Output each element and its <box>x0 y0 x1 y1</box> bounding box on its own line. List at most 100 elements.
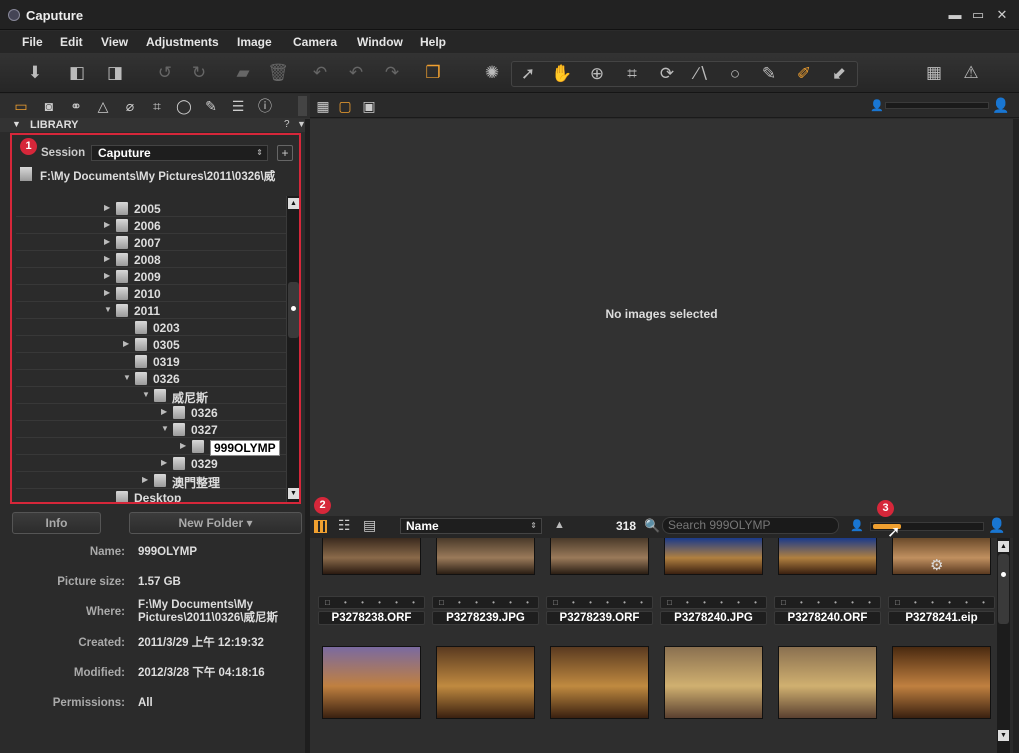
variants-icon[interactable]: ❐ <box>420 61 446 85</box>
library-tab-icon[interactable]: ▭ <box>10 97 32 115</box>
folder-row[interactable]: ▼ 0327 <box>16 421 286 438</box>
tabs-overflow-handle[interactable] <box>298 96 307 116</box>
collapsed-arrow-icon[interactable]: ▶ <box>104 203 112 212</box>
menu-edit[interactable]: Edit <box>60 35 83 49</box>
browser-grid-icon[interactable] <box>314 520 327 533</box>
folder-row[interactable]: ▶ 澳門整理 <box>16 472 286 490</box>
thumbnail-image[interactable] <box>778 538 877 575</box>
local-adjust-tab-icon[interactable]: ✎ <box>200 97 222 115</box>
menu-image[interactable]: Image <box>237 35 272 49</box>
warning-icon[interactable]: ⚠ <box>958 61 984 85</box>
single-view-icon[interactable]: ▢ <box>334 97 356 115</box>
thumbnail-cell[interactable] <box>543 643 655 753</box>
folder-row[interactable]: ▶ 2005 <box>16 200 286 217</box>
lens-tab-icon[interactable]: ⌀ <box>119 97 141 115</box>
thumbnail-image[interactable] <box>664 646 763 719</box>
thumbnail-image[interactable] <box>664 538 763 575</box>
auto-adjust-icon[interactable]: ✺ <box>479 61 505 85</box>
browser-list-icon[interactable]: ☷ <box>338 517 351 534</box>
thumbnail-image[interactable] <box>322 646 421 719</box>
apply-adjustments-icon[interactable]: ⬋ <box>826 62 852 86</box>
folder-row[interactable]: 0319 <box>16 353 286 370</box>
folder-row[interactable]: ▶ 2009 <box>16 268 286 285</box>
search-input[interactable]: Search 999OLYMP <box>662 517 839 534</box>
thumbnail-image[interactable] <box>778 646 877 719</box>
expanded-arrow-icon[interactable]: ▼ <box>104 305 112 314</box>
info-tab-icon[interactable]: ⓘ <box>254 97 276 115</box>
rating-bar[interactable]: □ • • • • • <box>888 596 995 609</box>
thumbnail-cell[interactable]: □ • • • • • P3278238.ORF <box>315 538 427 628</box>
rotate-tool-icon[interactable]: ⟳ <box>654 62 680 86</box>
rating-bar[interactable]: □ • • • • • <box>546 596 653 609</box>
tree-scroll-up-icon[interactable]: ▲ <box>288 198 299 209</box>
folder-row[interactable]: ▼ 0326 <box>16 370 286 387</box>
rating-bar[interactable]: □ • • • • • <box>432 596 539 609</box>
compare-view-icon[interactable]: ▣ <box>358 97 380 115</box>
rating-bar[interactable]: □ • • • • • <box>660 596 767 609</box>
add-session-button[interactable]: + <box>277 145 293 161</box>
thumbnail-cell[interactable]: □ • • • • • P3278241.eip <box>885 538 997 628</box>
composition-tab-icon[interactable]: ⌗ <box>146 97 168 115</box>
details-tab-icon[interactable]: ◯ <box>173 97 195 115</box>
pan-hand-icon[interactable]: ✋ <box>549 62 575 86</box>
collapsed-arrow-icon[interactable]: ▶ <box>104 237 112 246</box>
new-folder-button[interactable]: New Folder ▾ <box>129 512 302 534</box>
trash-icon[interactable]: 🗑 <box>265 61 291 85</box>
folder-row[interactable]: Desktop <box>16 489 286 502</box>
thumb-scroll-down-icon[interactable]: ▼ <box>998 730 1009 741</box>
session-select[interactable]: Caputure ⇕ <box>91 145 268 161</box>
redo-icon[interactable]: ↷ <box>379 61 405 85</box>
expanded-arrow-icon[interactable]: ▼ <box>161 424 169 433</box>
folder-row[interactable]: ▶ 2010 <box>16 285 286 302</box>
menu-adjustments[interactable]: Adjustments <box>146 35 219 49</box>
thumbnail-image[interactable] <box>550 538 649 575</box>
thumb-scroll-up-icon[interactable]: ▲ <box>998 541 1009 552</box>
collapsed-arrow-icon[interactable]: ▶ <box>104 271 112 280</box>
previous-capture-icon[interactable]: ◧ <box>64 61 90 85</box>
folder-row[interactable]: ▶ 0329 <box>16 455 286 472</box>
thumbnail-scrollbar[interactable]: ▲ ▼ <box>997 538 1010 753</box>
browser-filmstrip-icon[interactable]: ▤ <box>363 517 376 534</box>
folder-row[interactable]: ▶ 999OLYMP <box>16 438 286 456</box>
folder-row[interactable]: ▶ 2008 <box>16 251 286 268</box>
rotate-left-icon[interactable]: ↺ <box>152 61 178 85</box>
thumbnail-cell[interactable]: □ • • • • • P3278240.JPG <box>657 538 769 628</box>
sort-direction-icon[interactable]: ▲ <box>554 519 565 531</box>
capture-tab-icon[interactable]: ◙ <box>38 97 60 115</box>
folder-row[interactable]: ▼ 威尼斯 <box>16 387 286 405</box>
tree-scroll-down-icon[interactable]: ▼ <box>288 488 299 499</box>
next-capture-icon[interactable]: ◨ <box>102 61 128 85</box>
folder-tree-scrollbar[interactable]: ▲ ▼ <box>286 196 299 502</box>
menu-window[interactable]: Window <box>357 35 403 49</box>
crop-icon[interactable]: ⌗ <box>619 62 645 86</box>
folder-row[interactable]: ▶ 2007 <box>16 234 286 251</box>
folder-row[interactable]: ▶ 0305 <box>16 336 286 353</box>
reset-icon[interactable]: ↶ <box>307 61 333 85</box>
collapsed-arrow-icon[interactable]: ▶ <box>104 288 112 297</box>
collapsed-arrow-icon[interactable]: ▶ <box>123 339 131 348</box>
folder-row[interactable]: ▶ 2006 <box>16 217 286 234</box>
collapsed-arrow-icon[interactable]: ▶ <box>161 407 169 416</box>
thumbnail-cell[interactable]: □ • • • • • P3278240.ORF <box>771 538 883 628</box>
thumbnail-cell[interactable] <box>771 643 883 753</box>
import-icon[interactable]: ⬇ <box>22 61 48 85</box>
color-tab-icon[interactable]: ⚭ <box>65 97 87 115</box>
thumbnail-cell[interactable]: □ • • • • • P3278239.JPG <box>429 538 541 628</box>
collapse-arrow-icon[interactable]: ▼ <box>12 119 21 129</box>
metadata-tab-icon[interactable]: ☰ <box>227 97 249 115</box>
select-cursor-icon[interactable]: ➚ <box>515 62 541 86</box>
menu-view[interactable]: View <box>101 35 128 49</box>
viewer-zoom-slider[interactable] <box>885 102 989 109</box>
mask-circle-icon[interactable]: ○ <box>722 62 748 86</box>
undo-icon[interactable]: ↶ <box>343 61 369 85</box>
thumbnail-image[interactable] <box>436 646 535 719</box>
library-header[interactable]: ▼ LIBRARY ? ▼ <box>0 118 310 132</box>
folder-row[interactable]: 0203 <box>16 319 286 336</box>
sort-select[interactable]: Name ⇕ <box>400 518 542 534</box>
collapsed-arrow-icon[interactable]: ▶ <box>180 441 188 450</box>
maximize-button[interactable]: ▭ <box>968 6 988 24</box>
thumbnail-cell[interactable] <box>885 643 997 753</box>
grid-view-icon[interactable]: ▦ <box>312 97 334 115</box>
thumbnail-image[interactable] <box>892 646 991 719</box>
thumbnail-cell[interactable] <box>315 643 427 753</box>
